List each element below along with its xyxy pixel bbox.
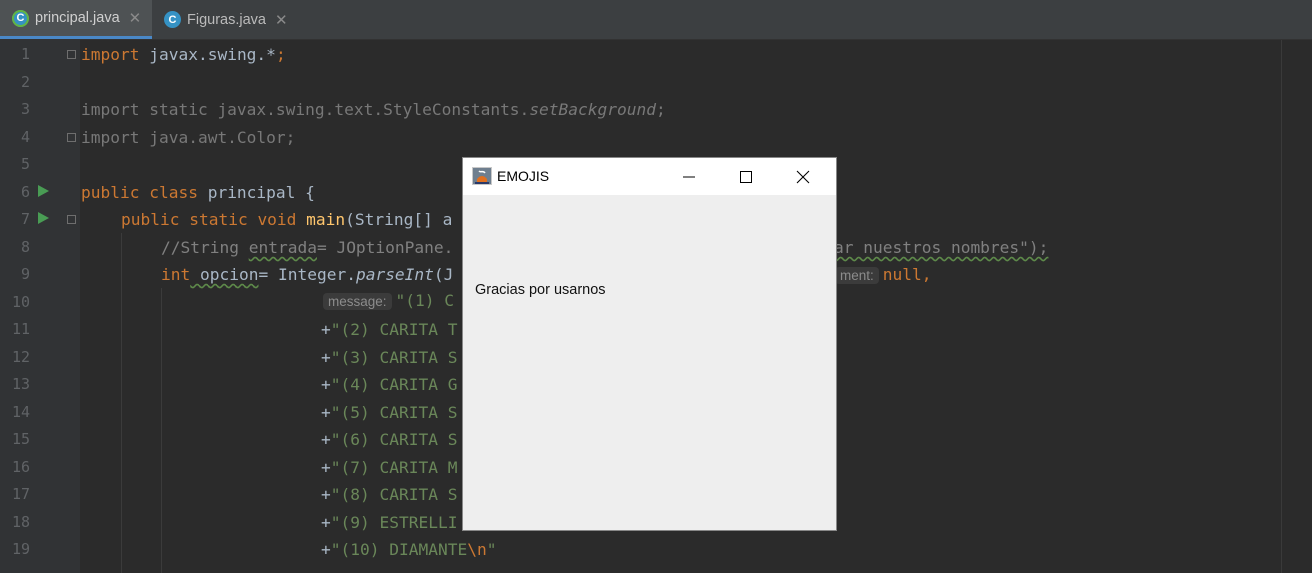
code-line-13: +"(4) CARITA G <box>321 375 458 394</box>
emojis-dialog[interactable]: EMOJIS Gracias por usarnos <box>463 158 836 530</box>
close-icon[interactable]: ✕ <box>129 9 142 27</box>
code-line-17: +"(8) CARITA S <box>321 485 458 504</box>
fold-icon[interactable] <box>67 133 76 142</box>
code-line-4: import java.awt.Color; <box>81 128 296 147</box>
line-number: 19 <box>11 540 30 558</box>
line-number: 12 <box>11 348 30 366</box>
code-line-6: public class principal { <box>81 183 315 202</box>
java-class-icon: C <box>164 11 181 28</box>
minimize-button[interactable] <box>661 158 717 195</box>
code-line-16: +"(7) CARITA M <box>321 458 458 477</box>
code-line-1: import javax.swing.*; <box>81 45 286 64</box>
tab-principal-java[interactable]: C principal.java ✕ <box>0 0 152 39</box>
line-number: 14 <box>11 403 30 421</box>
line-number: 13 <box>11 375 30 393</box>
code-line-3: import static javax.swing.text.StyleCons… <box>81 100 666 119</box>
line-number: 15 <box>11 430 30 448</box>
code-line-18: +"(9) ESTRELLI <box>321 513 458 532</box>
run-icon[interactable] <box>38 212 49 224</box>
line-number: 10 <box>11 293 30 311</box>
code-line-9: int opcion= Integer.parseInt(J ment: null, <box>161 265 932 284</box>
fold-icon[interactable] <box>67 215 76 224</box>
parameter-hint: ment: <box>835 267 879 284</box>
java-class-icon: C <box>12 9 29 27</box>
line-number: 17 <box>11 485 30 503</box>
code-line-19: +"(10) DIAMANTE\n" <box>321 540 497 559</box>
dialog-message: Gracias por usarnos <box>475 282 606 298</box>
close-icon[interactable]: ✕ <box>275 11 288 29</box>
code-line-7: public static void main(String[] a <box>121 210 453 229</box>
code-line-10: message: "(1) C <box>323 291 454 310</box>
dialog-title: EMOJIS <box>497 168 550 184</box>
line-number: 2 <box>20 73 30 91</box>
line-number: 6 <box>20 183 30 201</box>
right-margin-guide <box>1281 40 1282 573</box>
code-line-11: +"(2) CARITA T <box>321 320 458 339</box>
line-number: 5 <box>20 155 30 173</box>
line-number: 11 <box>11 320 30 338</box>
line-number: 1 <box>20 45 30 63</box>
maximize-icon <box>740 170 752 183</box>
indent-guide <box>121 233 122 573</box>
tab-figuras-java[interactable]: C Figuras.java ✕ <box>152 0 294 39</box>
code-line-15: +"(6) CARITA S <box>321 430 458 449</box>
line-number: 3 <box>20 100 30 118</box>
line-number: 7 <box>20 210 30 228</box>
run-icon[interactable] <box>38 185 49 197</box>
close-icon <box>796 170 810 183</box>
editor-tab-bar: C principal.java ✕ C Figuras.java ✕ <box>0 0 1312 40</box>
code-line-12: +"(3) CARITA S <box>321 348 458 367</box>
line-number: 9 <box>20 265 30 283</box>
dialog-titlebar[interactable]: EMOJIS <box>463 158 836 195</box>
parameter-hint: message: <box>323 293 392 310</box>
code-line-14: +"(5) CARITA S <box>321 403 458 422</box>
close-window-button[interactable] <box>775 158 831 195</box>
minimize-icon <box>683 176 695 177</box>
editor-gutter: 1 2 3 4 5 6 7 8 9 10 11 12 13 14 15 16 1… <box>0 40 80 573</box>
java-cup-icon <box>472 167 492 185</box>
fold-icon[interactable] <box>67 50 76 59</box>
line-number: 16 <box>11 458 30 476</box>
indent-guide <box>161 288 162 573</box>
tab-label: principal.java <box>35 10 120 26</box>
maximize-button[interactable] <box>718 158 774 195</box>
line-number: 4 <box>20 128 30 146</box>
code-line-8: //String entrada= JOptionPane. ar nuestro… <box>161 238 1049 257</box>
line-number: 18 <box>11 513 30 531</box>
tab-label: Figuras.java <box>187 11 266 28</box>
line-number: 8 <box>20 238 30 256</box>
